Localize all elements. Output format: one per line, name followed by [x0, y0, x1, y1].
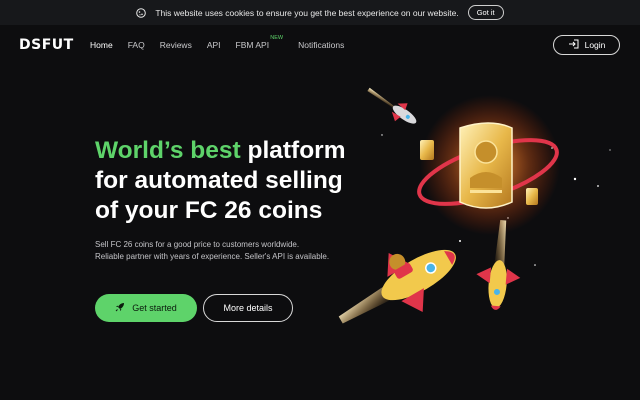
nav-item-fbm-api[interactable]: FBM API NEW — [235, 35, 284, 50]
cookie-accept-button[interactable]: Got it — [467, 5, 504, 20]
small-rocket-illustration — [367, 87, 417, 124]
nav-item-reviews[interactable]: Reviews — [160, 40, 192, 50]
nav-item-home[interactable]: Home — [90, 40, 113, 50]
headline-highlight: World’s best — [95, 137, 241, 164]
login-label: Login — [584, 40, 606, 50]
new-badge: NEW — [270, 35, 284, 41]
cookie-icon — [136, 7, 147, 18]
rocket-icon — [115, 302, 125, 314]
headline-part-2: for automated selling — [95, 167, 343, 194]
hero-illustration — [338, 87, 611, 324]
cookie-banner: This website uses cookies to ensure you … — [0, 0, 640, 25]
more-details-button[interactable]: More details — [203, 294, 293, 322]
main-menu: Home FAQ Reviews API FBM API NEW Notifica… — [90, 35, 359, 50]
gold-player-card-illustration — [417, 95, 560, 235]
get-started-button[interactable]: Get started — [95, 294, 197, 322]
nav-item-faq[interactable]: FAQ — [128, 40, 145, 50]
nav-item-api[interactable]: API — [207, 40, 221, 50]
top-navigation: DSFUT Home FAQ Reviews API FBM API NEW No… — [0, 25, 640, 65]
nav-item-notifications[interactable]: Notifications — [298, 40, 344, 50]
player-rocket-illustration — [338, 249, 456, 324]
headline-part-3: of your FC 26 coins — [95, 197, 323, 224]
login-button[interactable]: Login — [553, 35, 620, 55]
nav-item-fbm-api-label: FBM API — [235, 40, 270, 50]
login-arrow-icon — [568, 39, 579, 51]
site-logo[interactable]: DSFUT — [19, 37, 74, 53]
cookie-message: This website uses cookies to ensure you … — [155, 7, 459, 18]
get-started-label: Get started — [132, 303, 177, 313]
hero-description: Sell FC 26 coins for a good price to cus… — [95, 240, 330, 261]
